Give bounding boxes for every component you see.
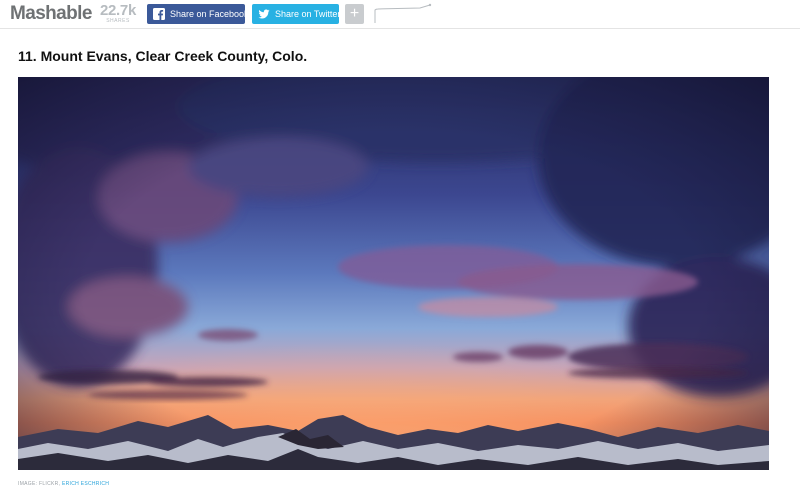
plus-icon: + — [349, 5, 360, 22]
image-credit-prefix: Image: Flickr, — [18, 481, 62, 487]
share-bar: Mashable 22.7k shares Share on Facebook … — [0, 0, 800, 29]
mashable-logo[interactable]: Mashable — [10, 3, 92, 25]
share-counter: 22.7k shares — [97, 3, 139, 24]
facebook-button-label: Share on Facebook — [170, 9, 249, 19]
share-count: 22.7k — [99, 2, 137, 19]
article-heading: 11. Mount Evans, Clear Creek County, Col… — [18, 48, 308, 64]
image-credit-author-link[interactable]: Erich Eschrich — [62, 481, 109, 487]
share-on-twitter-button[interactable]: Share on Twitter — [252, 4, 341, 24]
twitter-icon — [258, 9, 270, 19]
twitter-button-label: Share on Twitter — [275, 9, 341, 19]
share-on-facebook-button[interactable]: Share on Facebook — [147, 4, 249, 24]
image-credit: Image: Flickr, Erich Eschrich — [18, 481, 109, 487]
more-share-options-button[interactable]: + — [345, 4, 364, 24]
sunset-photo — [18, 77, 769, 470]
share-trend-sparkline — [374, 3, 432, 23]
facebook-icon — [153, 8, 165, 20]
